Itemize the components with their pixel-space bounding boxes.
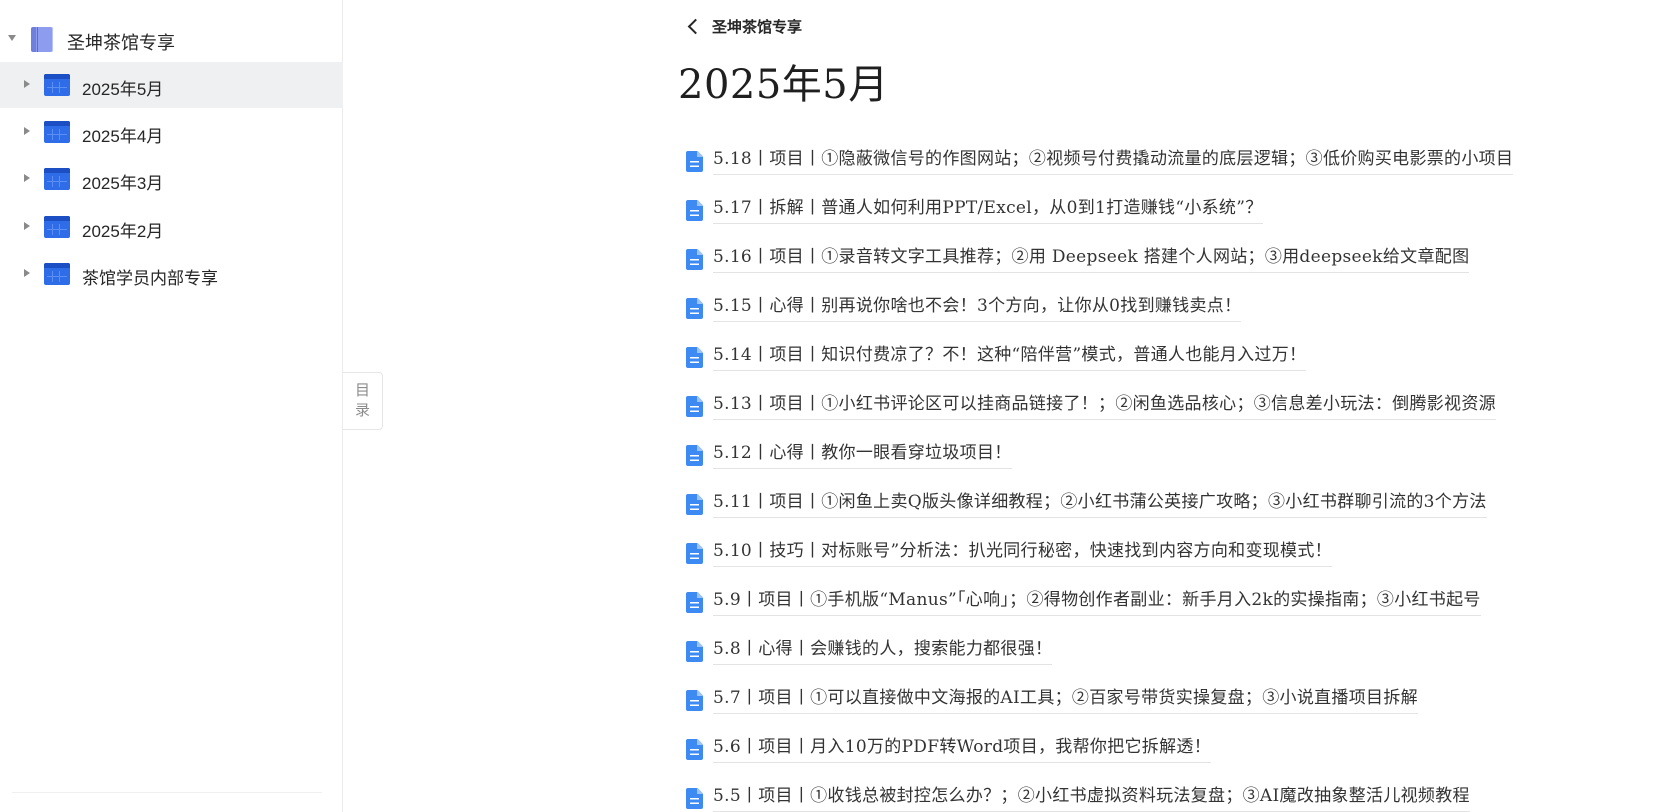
doc-title-link[interactable]: 5.6丨项目丨月入10万的PDF转Word项目，我帮你把它拆解透！ <box>713 736 1211 763</box>
doc-title-link[interactable]: 5.9丨项目丨①手机版“Manus”「心响」；②得物创作者副业：新手月入2k的实… <box>713 589 1481 616</box>
calendar-icon <box>44 168 70 190</box>
calendar-icon <box>44 263 70 285</box>
back-label: 圣坤茶馆专享 <box>712 18 803 36</box>
document-icon <box>686 445 703 466</box>
sidebar-item-label: 2025年5月 <box>82 80 164 99</box>
doc-list-item[interactable]: 5.7丨项目丨①可以直接做中文海报的AI工具；②百家号带货实操复盘；③小说直播项… <box>686 675 1586 724</box>
doc-list-item[interactable]: 5.9丨项目丨①手机版“Manus”「心响」；②得物创作者副业：新手月入2k的实… <box>686 577 1586 626</box>
sidebar-divider <box>12 792 322 793</box>
doc-title-link[interactable]: 5.8丨心得丨会赚钱的人，搜索能力都很强！ <box>713 638 1053 665</box>
doc-list-item[interactable]: 5.15丨心得丨别再说你啥也不会！3个方向，让你从0找到赚钱卖点！ <box>686 283 1586 332</box>
sidebar-item-label: 茶馆学员内部专享 <box>82 269 218 288</box>
document-icon <box>686 151 703 172</box>
sidebar-item-label: 2025年3月 <box>82 174 164 193</box>
caret-down-icon[interactable] <box>8 35 16 41</box>
doc-list-item[interactable]: 5.6丨项目丨月入10万的PDF转Word项目，我帮你把它拆解透！ <box>686 724 1586 773</box>
sidebar-root-item[interactable]: 圣坤茶馆专享 <box>0 16 343 62</box>
sidebar-item-members[interactable]: 茶馆学员内部专享 <box>0 251 343 297</box>
doc-list-item[interactable]: 5.12丨心得丨教你一眼看穿垃圾项目！ <box>686 430 1586 479</box>
sidebar: 圣坤茶馆专享 2025年5月 2025年4月 2025年3月 2025年2月 茶… <box>0 0 343 812</box>
doc-list-item[interactable]: 5.14丨项目丨知识付费凉了？不！这种“陪伴营”模式，普通人也能月入过万！ <box>686 332 1586 381</box>
back-link[interactable]: 圣坤茶馆专享 <box>686 14 802 38</box>
caret-right-icon[interactable] <box>24 222 30 230</box>
document-icon <box>686 641 703 662</box>
chevron-left-icon[interactable] <box>686 19 700 33</box>
document-icon <box>686 494 703 515</box>
doc-title-link[interactable]: 5.15丨心得丨别再说你啥也不会！3个方向，让你从0找到赚钱卖点！ <box>713 295 1242 322</box>
doc-title-link[interactable]: 5.7丨项目丨①可以直接做中文海报的AI工具；②百家号带货实操复盘；③小说直播项… <box>713 687 1418 714</box>
caret-right-icon[interactable] <box>24 127 30 135</box>
doc-title-link[interactable]: 5.17丨拆解丨普通人如何利用PPT/Excel，从0到1打造赚钱“小系统”？ <box>713 197 1263 224</box>
document-icon <box>686 690 703 711</box>
toc-toggle-button[interactable]: 目 录 <box>343 372 383 430</box>
doc-title-link[interactable]: 5.14丨项目丨知识付费凉了？不！这种“陪伴营”模式，普通人也能月入过万！ <box>713 344 1307 371</box>
sidebar-item-2025-02[interactable]: 2025年2月 <box>0 204 343 250</box>
doc-list: 5.18丨项目丨①隐蔽微信号的作图网站；②视频号付费撬动流量的底层逻辑；③低价购… <box>686 136 1586 812</box>
caret-right-icon[interactable] <box>24 174 30 182</box>
sidebar-root-label: 圣坤茶馆专享 <box>67 33 175 53</box>
calendar-icon <box>44 121 70 143</box>
caret-right-icon[interactable] <box>24 269 30 277</box>
sidebar-item-2025-05[interactable]: 2025年5月 <box>0 62 343 108</box>
sidebar-item-2025-04[interactable]: 2025年4月 <box>0 109 343 155</box>
doc-title-link[interactable]: 5.5丨项目丨①收钱总被封控怎么办？；②小红书虚拟资料玩法复盘；③AI魔改抽象整… <box>713 785 1470 812</box>
document-icon <box>686 200 703 221</box>
doc-title-link[interactable]: 5.13丨项目丨①小红书评论区可以挂商品链接了！；②闲鱼选品核心；③信息差小玩法… <box>713 393 1496 420</box>
toc-label: 录 <box>354 402 370 419</box>
doc-title-link[interactable]: 5.18丨项目丨①隐蔽微信号的作图网站；②视频号付费撬动流量的底层逻辑；③低价购… <box>713 148 1514 175</box>
doc-list-item[interactable]: 5.18丨项目丨①隐蔽微信号的作图网站；②视频号付费撬动流量的底层逻辑；③低价购… <box>686 136 1586 185</box>
caret-right-icon[interactable] <box>24 80 30 88</box>
toc-label: 目 <box>354 382 370 399</box>
doc-list-item[interactable]: 5.17丨拆解丨普通人如何利用PPT/Excel，从0到1打造赚钱“小系统”？ <box>686 185 1586 234</box>
page-title: 2025年5月 <box>678 62 889 108</box>
document-icon <box>686 592 703 613</box>
document-icon <box>686 788 703 809</box>
doc-list-item[interactable]: 5.13丨项目丨①小红书评论区可以挂商品链接了！；②闲鱼选品核心；③信息差小玩法… <box>686 381 1586 430</box>
document-icon <box>686 347 703 368</box>
document-icon <box>686 396 703 417</box>
doc-list-item[interactable]: 5.10丨技巧丨对标账号”分析法：扒光同行秘密，快速找到内容方向和变现模式！ <box>686 528 1586 577</box>
doc-title-link[interactable]: 5.10丨技巧丨对标账号”分析法：扒光同行秘密，快速找到内容方向和变现模式！ <box>713 540 1332 567</box>
document-icon <box>686 249 703 270</box>
doc-list-item[interactable]: 5.8丨心得丨会赚钱的人，搜索能力都很强！ <box>686 626 1586 675</box>
document-icon <box>686 739 703 760</box>
doc-list-item[interactable]: 5.16丨项目丨①录音转文字工具推荐；②用 Deepseek 搭建个人网站；③用… <box>686 234 1586 283</box>
book-icon <box>31 27 53 52</box>
sidebar-item-label: 2025年4月 <box>82 127 164 146</box>
sidebar-item-label: 2025年2月 <box>82 222 164 241</box>
doc-title-link[interactable]: 5.16丨项目丨①录音转文字工具推荐；②用 Deepseek 搭建个人网站；③用… <box>713 246 1470 273</box>
doc-list-item[interactable]: 5.5丨项目丨①收钱总被封控怎么办？；②小红书虚拟资料玩法复盘；③AI魔改抽象整… <box>686 773 1586 812</box>
document-icon <box>686 543 703 564</box>
document-icon <box>686 298 703 319</box>
doc-title-link[interactable]: 5.11丨项目丨①闲鱼上卖Q版头像详细教程；②小红书蒲公英接广攻略；③小红书群聊… <box>713 491 1487 518</box>
doc-title-link[interactable]: 5.12丨心得丨教你一眼看穿垃圾项目！ <box>713 442 1012 469</box>
doc-list-item[interactable]: 5.11丨项目丨①闲鱼上卖Q版头像详细教程；②小红书蒲公英接广攻略；③小红书群聊… <box>686 479 1586 528</box>
calendar-icon <box>44 216 70 238</box>
calendar-icon <box>44 74 70 96</box>
sidebar-item-2025-03[interactable]: 2025年3月 <box>0 156 343 202</box>
